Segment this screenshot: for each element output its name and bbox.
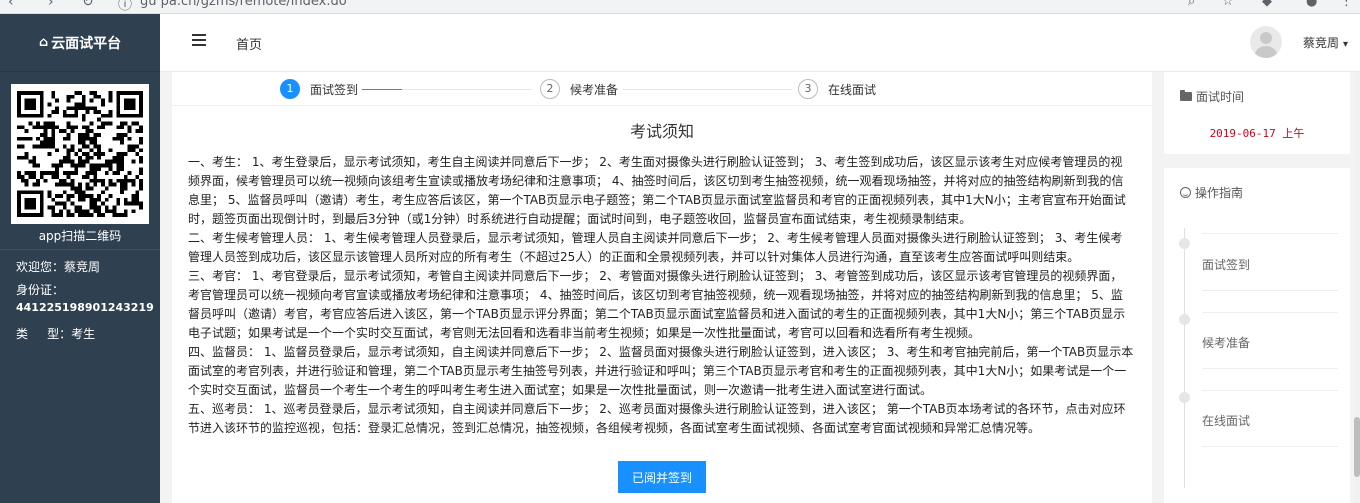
search-icon[interactable]: ⌕ (1188, 0, 1195, 9)
site-info-icon[interactable]: ⓘ (118, 0, 132, 13)
guide-card: 操作指南 面试签到 候考准备 在线面试 (1164, 168, 1350, 503)
username-label: 蔡竞周 (1302, 36, 1339, 50)
browser-toolbar: ‹ › ↻ ⓘ gu pa.cn/gzms/remote/index.do ⌕ … (0, 0, 1360, 14)
nav-home[interactable]: 首页 (236, 34, 262, 53)
guide-item-sign-in[interactable]: 面试签到 (1202, 256, 1250, 273)
avatar[interactable] (1250, 26, 1282, 58)
step-number: 3 (798, 79, 818, 99)
step-3[interactable]: 3 在线面试 (798, 79, 876, 99)
brand-title: 云面试平台 (51, 35, 122, 52)
right-panel: 面试时间 2019-06-17 上午 操作指南 面试签到 候考准备 在线面试 (1164, 72, 1350, 503)
user-type: 类 型：考生 (16, 326, 96, 341)
step-number: 2 (540, 79, 560, 99)
document-body: 一、考生： 1、考生登录后，显示考试须知，考生自主阅读并同意后下一步； 2、考生… (172, 153, 1152, 438)
time-card-title: 面试时间 (1196, 90, 1245, 104)
notice-paragraph: 二、考生候考管理人员： 1、考生候考管理人员登录后，显示考试须知，管理人员自主阅… (188, 231, 1123, 264)
timeline-dot (1179, 314, 1190, 325)
notice-paragraph: 四、监督员： 1、监督员登录后，显示考试须知，自主阅读并同意后下一步； 2、监督… (188, 345, 1134, 397)
smile-icon (1180, 187, 1191, 198)
guide-item-waiting[interactable]: 候考准备 (1202, 334, 1250, 351)
read-and-sign-button[interactable]: 已阅并签到 (618, 461, 706, 493)
qr-caption: app扫描二维码 (0, 227, 160, 250)
document-title: 考试须知 (629, 122, 694, 141)
page-scrollbar[interactable] (1354, 72, 1360, 503)
timeline-dot (1179, 238, 1190, 249)
menu-toggle-icon[interactable] (192, 34, 206, 46)
address-bar[interactable]: gu pa.cn/gzms/remote/index.do (140, 0, 347, 9)
welcome-text: 欢迎您：蔡竞周 (16, 260, 101, 274)
step-2[interactable]: 2 候考准备 (540, 79, 618, 99)
step-label: 面试签到 (310, 82, 359, 97)
brand[interactable]: ⌂ 云面试平台 (0, 14, 160, 72)
divider (1202, 446, 1338, 447)
guide-card-title: 操作指南 (1195, 186, 1244, 200)
divider (1202, 312, 1338, 313)
step-label: 在线面试 (828, 82, 877, 97)
timeline-dot (1179, 392, 1190, 403)
top-navbar: 首页 蔡竞周 ▾ (160, 14, 1360, 72)
notice-paragraph: 五、巡考员： 1、巡考员登录后，显示考试须知，自主阅读并同意后下一步； 2、巡考… (188, 402, 1126, 435)
scrollbar-thumb[interactable] (1354, 417, 1360, 477)
divider (1202, 290, 1338, 291)
more-icon[interactable]: ⋮ (1340, 0, 1353, 9)
step-label: 候考准备 (570, 82, 619, 97)
guide-item-online-interview[interactable]: 在线面试 (1202, 412, 1250, 429)
step-progress: 1 面试签到 2 候考准备 3 在线面试 (172, 72, 1152, 106)
notice-paragraph: 三、考官： 1、考官登录后，显示考试须知，考管自主阅读并同意后下一步； 2、考管… (188, 269, 1126, 340)
notice-paragraph: 一、考生： 1、考生登录后，显示考试须知，考生自主阅读并同意后下一步； 2、考生… (188, 155, 1126, 226)
reload-icon[interactable]: ↻ (82, 0, 94, 10)
step-1[interactable]: 1 面试签到 (280, 79, 358, 99)
back-icon[interactable]: ‹ (8, 0, 14, 10)
forward-icon[interactable]: › (48, 0, 54, 10)
user-menu[interactable]: 蔡竞周 ▾ (1303, 34, 1348, 51)
sidebar: ⌂ 云面试平台 app扫描二维码 欢迎您：蔡竞周 身份证： 4412251989… (0, 14, 160, 503)
interview-time: 2019-06-17 上午 (1209, 127, 1305, 140)
id-label: 身份证： (16, 283, 65, 297)
extension-icon[interactable]: ◆ (1262, 0, 1272, 9)
step-number: 1 (280, 79, 300, 99)
divider (1202, 390, 1338, 391)
qr-code (11, 84, 149, 224)
divider (1202, 368, 1338, 369)
home-icon: ⌂ (38, 35, 49, 50)
folder-icon (1180, 90, 1192, 101)
timeline-line (1184, 228, 1185, 488)
divider (1202, 233, 1338, 234)
main-content: 1 面试签到 2 候考准备 3 在线面试 考试须知 一、考生： 1、考生登录后，… (172, 72, 1152, 503)
bookmark-icon[interactable]: ☆ (1222, 0, 1234, 9)
chevron-down-icon: ▾ (1342, 39, 1348, 50)
interview-time-card: 面试时间 2019-06-17 上午 (1164, 72, 1350, 154)
profile-icon[interactable]: ● (1306, 0, 1317, 9)
id-number: 441225198901243219 (16, 301, 154, 314)
user-info: 欢迎您：蔡竞周 身份证： 441225198901243219 类 型：考生 (0, 250, 160, 356)
